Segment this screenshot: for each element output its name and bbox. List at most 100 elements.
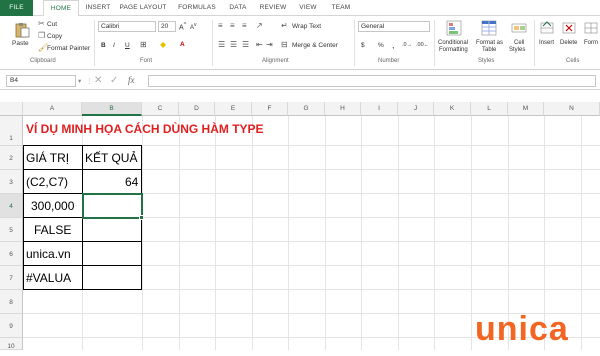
currency-button[interactable]: $ bbox=[361, 42, 365, 49]
paste-icon[interactable] bbox=[14, 22, 30, 38]
format-cells-icon[interactable] bbox=[583, 20, 599, 36]
row-header-4[interactable]: 4 bbox=[0, 194, 23, 218]
column-header-g[interactable]: G bbox=[288, 102, 325, 116]
name-box[interactable]: B4 bbox=[6, 75, 76, 87]
paste-button[interactable]: Paste bbox=[12, 40, 29, 47]
cell-a4[interactable]: 300,000 bbox=[31, 199, 74, 213]
cell-styles-icon[interactable] bbox=[511, 20, 527, 36]
formula-bar-menu-icon[interactable]: ⋮ bbox=[86, 77, 93, 85]
worksheet-grid[interactable]: A B C D E F G H I J K L M N 1 2 3 4 5 6 … bbox=[0, 102, 600, 350]
wrap-text-icon[interactable]: ↵ bbox=[281, 21, 288, 31]
column-header-h[interactable]: H bbox=[325, 102, 361, 116]
column-header-c[interactable]: C bbox=[142, 102, 179, 116]
italic-button[interactable]: I bbox=[113, 42, 115, 49]
cell-a2[interactable]: GIÁ TRỊ bbox=[26, 151, 69, 165]
tab-page-layout[interactable]: PAGE LAYOUT bbox=[118, 0, 168, 16]
enter-icon[interactable]: ✓ bbox=[110, 75, 118, 86]
row-header-2[interactable]: 2 bbox=[0, 146, 23, 170]
insert-button[interactable]: Insert bbox=[539, 40, 554, 46]
row-header-8[interactable]: 8 bbox=[0, 290, 23, 314]
format-button[interactable]: Form bbox=[584, 40, 598, 46]
copy-button[interactable]: Copy bbox=[47, 33, 62, 40]
row-header-7[interactable]: 7 bbox=[0, 266, 23, 290]
formula-input[interactable] bbox=[148, 75, 596, 87]
column-header-n[interactable]: N bbox=[544, 102, 600, 116]
align-right-icon[interactable]: ☰ bbox=[242, 40, 249, 50]
font-name-select[interactable]: Calibri bbox=[98, 21, 156, 32]
delete-button[interactable]: Delete bbox=[560, 40, 577, 46]
row-header-5[interactable]: 5 bbox=[0, 218, 23, 242]
format-as-table-icon[interactable] bbox=[481, 20, 497, 36]
fill-color-icon[interactable]: ◆ bbox=[160, 40, 166, 50]
column-header-b[interactable]: B bbox=[82, 102, 142, 116]
row-header-9[interactable]: 9 bbox=[0, 314, 23, 338]
name-box-dropdown-icon[interactable]: ▾ bbox=[78, 77, 81, 85]
bold-button[interactable]: B bbox=[101, 42, 106, 49]
cut-icon[interactable]: ✂ bbox=[38, 19, 45, 29]
comma-button[interactable]: , bbox=[392, 40, 395, 50]
column-header-l[interactable]: L bbox=[471, 102, 508, 116]
outdent-icon[interactable]: ⇥ bbox=[266, 40, 273, 50]
tab-view[interactable]: VIEW bbox=[296, 0, 320, 16]
fill-handle[interactable] bbox=[139, 215, 144, 220]
active-cell-b4[interactable] bbox=[82, 193, 143, 219]
column-header-k[interactable]: K bbox=[434, 102, 471, 116]
column-header-a[interactable]: A bbox=[23, 102, 82, 116]
shrink-font-icon[interactable]: Av bbox=[190, 22, 197, 31]
row-header-3[interactable]: 3 bbox=[0, 170, 23, 194]
tab-review[interactable]: REVIEW bbox=[258, 0, 288, 16]
underline-button[interactable]: U bbox=[125, 42, 130, 49]
column-header-f[interactable]: F bbox=[252, 102, 288, 116]
tab-file[interactable]: FILE bbox=[0, 0, 33, 16]
insert-function-icon[interactable]: fx bbox=[128, 75, 135, 85]
cell-a1-title[interactable]: VÍ DỤ MINH HỌA CÁCH DÙNG HÀM TYPE bbox=[26, 122, 264, 136]
column-header-d[interactable]: D bbox=[179, 102, 215, 116]
indent-icon[interactable]: ⇤ bbox=[256, 40, 263, 50]
delete-cells-icon[interactable] bbox=[561, 20, 577, 36]
grow-font-icon[interactable]: A^ bbox=[179, 22, 186, 31]
align-top-icon[interactable]: ≡ bbox=[218, 21, 223, 31]
conditional-formatting-button[interactable]: Conditional bbox=[438, 40, 468, 46]
row-header-1[interactable]: 1 bbox=[0, 116, 23, 146]
cell-a3[interactable]: (C2,C7) bbox=[26, 175, 68, 189]
align-middle-icon[interactable]: ≡ bbox=[230, 21, 235, 31]
tab-insert[interactable]: INSERT bbox=[84, 0, 112, 16]
cell-a6[interactable]: unica.vn bbox=[26, 247, 71, 261]
font-color-icon[interactable]: A bbox=[180, 41, 185, 48]
column-header-j[interactable]: J bbox=[398, 102, 434, 116]
tab-team[interactable]: TEAM bbox=[328, 0, 354, 16]
cancel-icon[interactable]: ✕ bbox=[94, 75, 102, 86]
merge-center-button[interactable]: Merge & Center bbox=[292, 42, 338, 49]
cut-button[interactable]: Cut bbox=[47, 21, 57, 28]
tab-formulas[interactable]: FORMULAS bbox=[176, 0, 218, 16]
cell-styles-button[interactable]: Cell bbox=[514, 40, 524, 46]
cell-b3[interactable]: 64 bbox=[125, 175, 138, 189]
decrease-decimal-icon[interactable]: .00← bbox=[416, 42, 429, 48]
percent-button[interactable]: % bbox=[378, 42, 384, 49]
tab-data[interactable]: DATA bbox=[226, 0, 250, 16]
cell-a5[interactable]: FALSE bbox=[34, 223, 71, 237]
cell-b2[interactable]: KẾT QUẢ bbox=[85, 151, 137, 165]
row-header-6[interactable]: 6 bbox=[0, 242, 23, 266]
select-all-corner[interactable] bbox=[0, 102, 23, 116]
column-header-m[interactable]: M bbox=[508, 102, 544, 116]
wrap-text-button[interactable]: Wrap Text bbox=[292, 23, 321, 30]
align-center-icon[interactable]: ☰ bbox=[230, 40, 237, 50]
orientation-icon[interactable]: ↗ bbox=[256, 21, 263, 31]
copy-icon[interactable]: ❐ bbox=[38, 31, 45, 41]
column-header-i[interactable]: I bbox=[361, 102, 398, 116]
align-bottom-icon[interactable]: ≡ bbox=[242, 21, 247, 31]
format-painter-button[interactable]: Format Painter bbox=[47, 45, 90, 52]
align-left-icon[interactable]: ☰ bbox=[218, 40, 225, 50]
cell-a7[interactable]: #VALUA bbox=[26, 271, 71, 285]
increase-decimal-icon[interactable]: .0→ bbox=[402, 42, 412, 48]
font-size-select[interactable]: 20 bbox=[158, 21, 176, 32]
tab-home[interactable]: HOME bbox=[43, 0, 79, 17]
borders-icon[interactable]: ⊞ bbox=[140, 40, 147, 50]
format-as-table-button[interactable]: Format as bbox=[476, 40, 503, 46]
insert-cells-icon[interactable] bbox=[539, 20, 555, 36]
column-header-e[interactable]: E bbox=[215, 102, 252, 116]
merge-center-icon[interactable]: ⊟ bbox=[281, 40, 288, 50]
number-format-select[interactable]: General bbox=[358, 21, 430, 32]
conditional-formatting-icon[interactable] bbox=[446, 20, 462, 36]
